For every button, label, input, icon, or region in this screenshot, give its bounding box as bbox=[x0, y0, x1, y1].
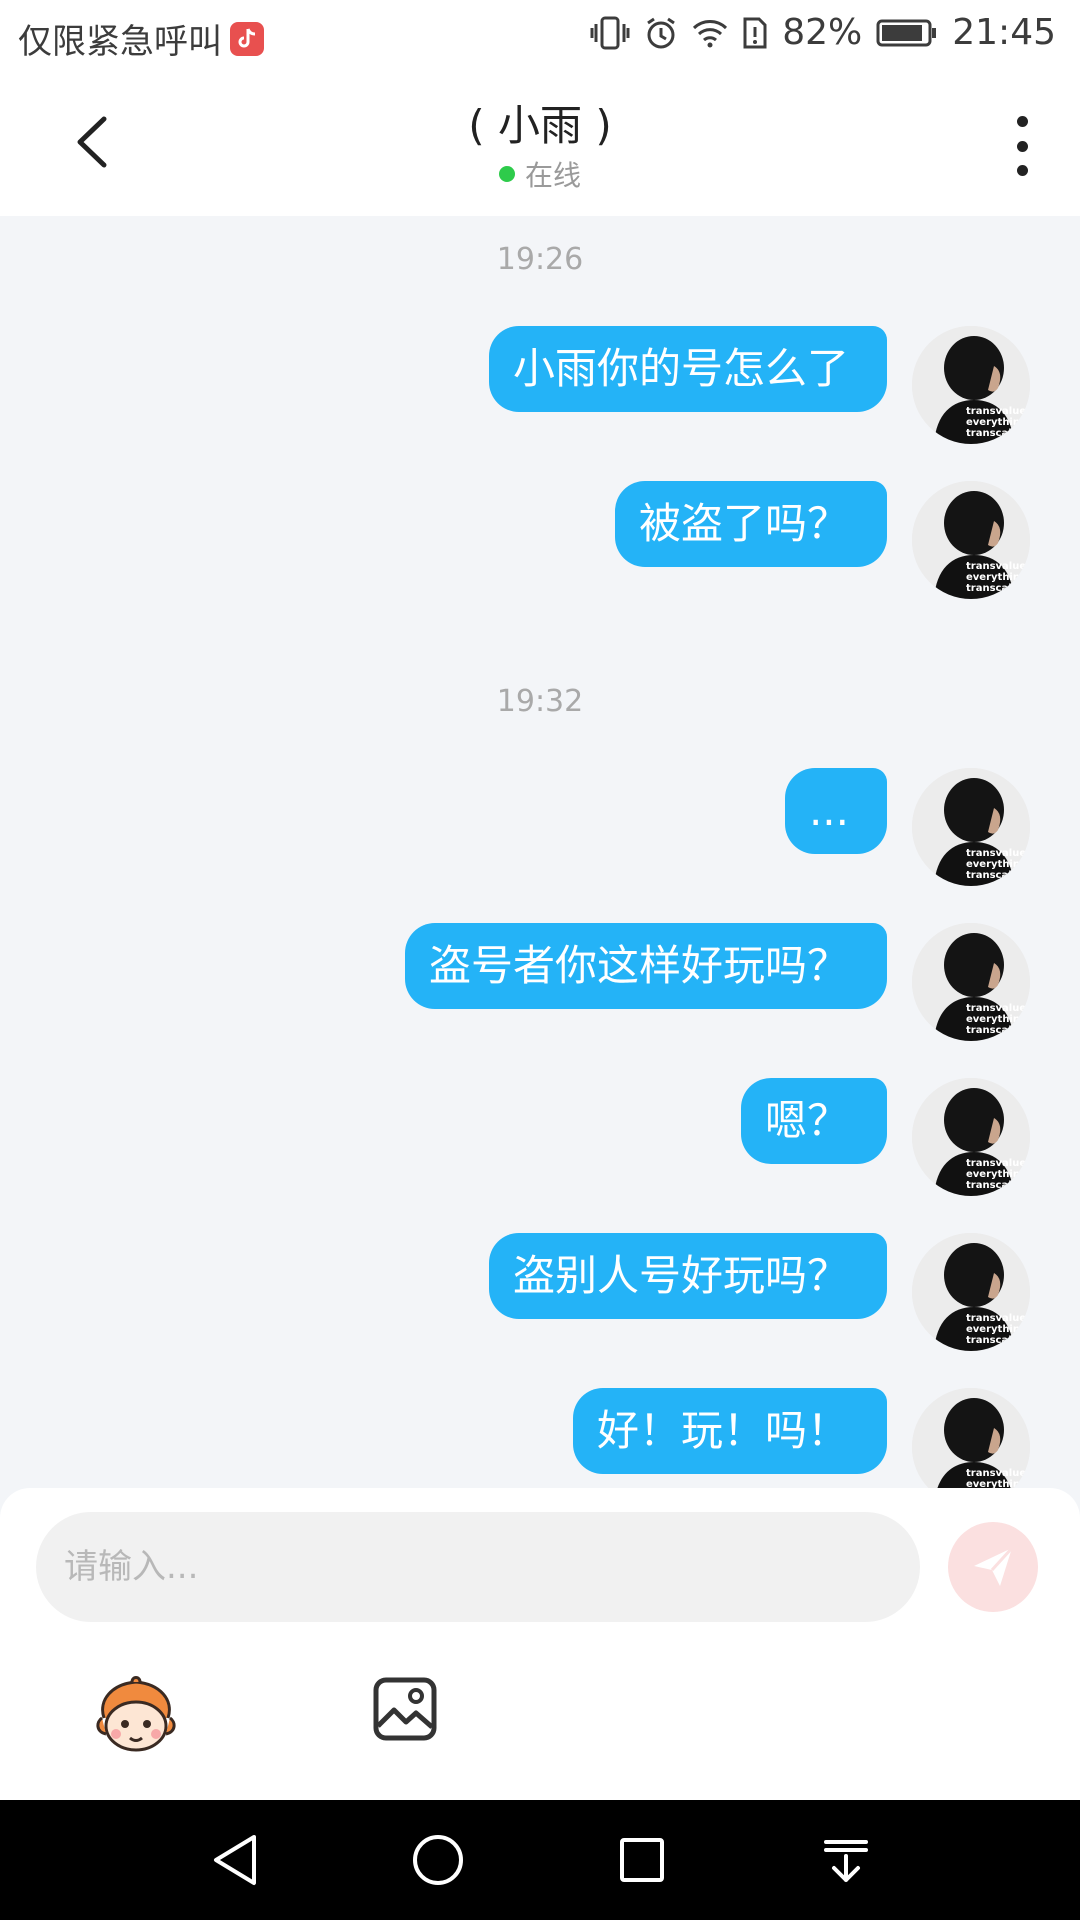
clock-text: 21:45 bbox=[952, 12, 1056, 53]
message-bubble[interactable]: 盗号者你这样好玩吗？ bbox=[404, 923, 887, 1009]
avatar[interactable]: transvalueeverythingtranscale bbox=[912, 923, 1030, 1041]
avatar-shirt-text: everything bbox=[966, 1324, 1027, 1335]
avatar-image: transvalueeverythingtranscale bbox=[912, 768, 1030, 886]
message-list[interactable]: 19:26 小雨你的号怎么了 transvalue everything trans… bbox=[0, 216, 1080, 1488]
tiktok-icon bbox=[230, 21, 264, 56]
more-vertical-icon bbox=[1016, 116, 1028, 127]
status-bar: 仅限紧急呼叫 82% 21:45 bbox=[0, 0, 1080, 72]
system-nav-bar bbox=[0, 1800, 1080, 1920]
more-dot bbox=[1016, 165, 1028, 176]
avatar-shirt-text: transcale bbox=[966, 1180, 1019, 1191]
avatar-shirt-text: transcale bbox=[966, 583, 1019, 594]
presence-label: 在线 bbox=[524, 159, 581, 192]
chat-header: ( 小雨 ) 在线 bbox=[0, 72, 1080, 216]
contact-name: ( 小雨 ) bbox=[468, 101, 612, 150]
more-dot bbox=[1016, 140, 1028, 152]
avatar-shirt-text: transvalue bbox=[966, 406, 1026, 417]
avatar-image: transvalueeverythingtranscale bbox=[912, 481, 1030, 599]
nav-back-button[interactable] bbox=[203, 1828, 267, 1892]
avatar-shirt-text: everything bbox=[966, 1169, 1027, 1180]
battery-icon bbox=[876, 18, 938, 48]
nav-back-icon bbox=[214, 1835, 256, 1885]
avatar-shirt-text: transcale bbox=[966, 1025, 1019, 1036]
avatar-shirt-text: transcale bbox=[966, 428, 1019, 439]
alarm-icon bbox=[644, 16, 678, 50]
avatar-shirt-text: transvalue bbox=[966, 1468, 1026, 1479]
more-options-button[interactable] bbox=[1000, 116, 1044, 176]
avatar-shirt-text: transvalue bbox=[966, 1158, 1026, 1169]
presence-status: 在线 bbox=[0, 154, 1080, 194]
avatar[interactable]: transvalueeverythingtranscale bbox=[912, 1078, 1030, 1196]
sim-alert-icon bbox=[742, 16, 768, 50]
avatar-shirt-text: transcale bbox=[966, 1335, 1019, 1346]
status-right: 82% 21:45 bbox=[590, 12, 1056, 53]
nav-notification-icon bbox=[824, 1840, 868, 1882]
avatar-shirt-text: everything bbox=[966, 1479, 1027, 1488]
send-icon bbox=[974, 1546, 1014, 1586]
nav-home-button[interactable] bbox=[406, 1828, 470, 1892]
online-dot-icon bbox=[498, 166, 515, 182]
avatar-shirt-text: transvalue bbox=[966, 561, 1026, 572]
avatar-shirt-text: everything bbox=[966, 572, 1027, 583]
avatar[interactable]: transvalueeverythingtranscale bbox=[912, 768, 1030, 886]
emoji-sticker-icon bbox=[96, 1676, 176, 1752]
timestamp: 19:32 bbox=[496, 684, 584, 719]
message-bubble[interactable]: ... bbox=[784, 768, 887, 854]
avatar-shirt-text: transcale bbox=[966, 870, 1019, 881]
carrier-text: 仅限紧急呼叫 bbox=[18, 22, 222, 62]
send-button[interactable] bbox=[948, 1522, 1038, 1612]
message-input[interactable] bbox=[36, 1512, 920, 1622]
avatar[interactable]: transvalueeverythingtranscale bbox=[912, 326, 1030, 444]
image-icon bbox=[373, 1677, 437, 1741]
avatar[interactable]: transvalueeverythingtranscale bbox=[912, 1388, 1030, 1488]
status-left: 仅限紧急呼叫 bbox=[18, 14, 264, 63]
timestamp: 19:26 bbox=[496, 242, 584, 277]
avatar-image: transvalueeverythingtranscale bbox=[912, 923, 1030, 1041]
message-bubble[interactable]: 小雨你的号怎么了 bbox=[488, 326, 887, 412]
avatar-shirt-text: everything bbox=[966, 417, 1027, 428]
image-picker-button[interactable] bbox=[372, 1676, 438, 1742]
nav-home-icon bbox=[413, 1835, 463, 1885]
nav-recents-icon bbox=[620, 1838, 664, 1882]
avatar-image: transvalueeverythingtranscale bbox=[912, 1233, 1030, 1351]
composer bbox=[0, 1488, 1080, 1800]
avatar-shirt-text: transvalue bbox=[966, 1313, 1026, 1324]
nav-recents-button[interactable] bbox=[610, 1828, 674, 1892]
avatar-shirt-text: everything bbox=[966, 1014, 1027, 1025]
message-bubble[interactable]: 被盗了吗？ bbox=[614, 481, 887, 567]
avatar[interactable]: transvalueeverythingtranscale bbox=[912, 1233, 1030, 1351]
avatar[interactable]: transvalueeverythingtranscale bbox=[912, 481, 1030, 599]
wifi-icon bbox=[692, 18, 728, 48]
avatar-image: transvalueeverythingtranscale bbox=[912, 1388, 1030, 1488]
avatar-shirt-text: everything bbox=[966, 859, 1027, 870]
nav-notification-button[interactable] bbox=[814, 1828, 878, 1892]
message-bubble[interactable]: 嗯？ bbox=[740, 1078, 887, 1164]
avatar-image: transvalueeverythingtranscale bbox=[912, 1078, 1030, 1196]
vibrate-icon bbox=[590, 15, 630, 51]
avatar-shirt-text: transvalue bbox=[966, 848, 1026, 859]
avatar-shirt-text: transvalue bbox=[966, 1003, 1026, 1014]
avatar-image: transvalueeverythingtranscale bbox=[912, 326, 1030, 444]
battery-text: 82% bbox=[782, 12, 863, 53]
message-bubble[interactable]: 好！玩！吗！ bbox=[572, 1388, 887, 1474]
message-bubble[interactable]: 盗别人号好玩吗？ bbox=[488, 1233, 887, 1319]
emoji-sticker-button[interactable] bbox=[92, 1674, 180, 1756]
